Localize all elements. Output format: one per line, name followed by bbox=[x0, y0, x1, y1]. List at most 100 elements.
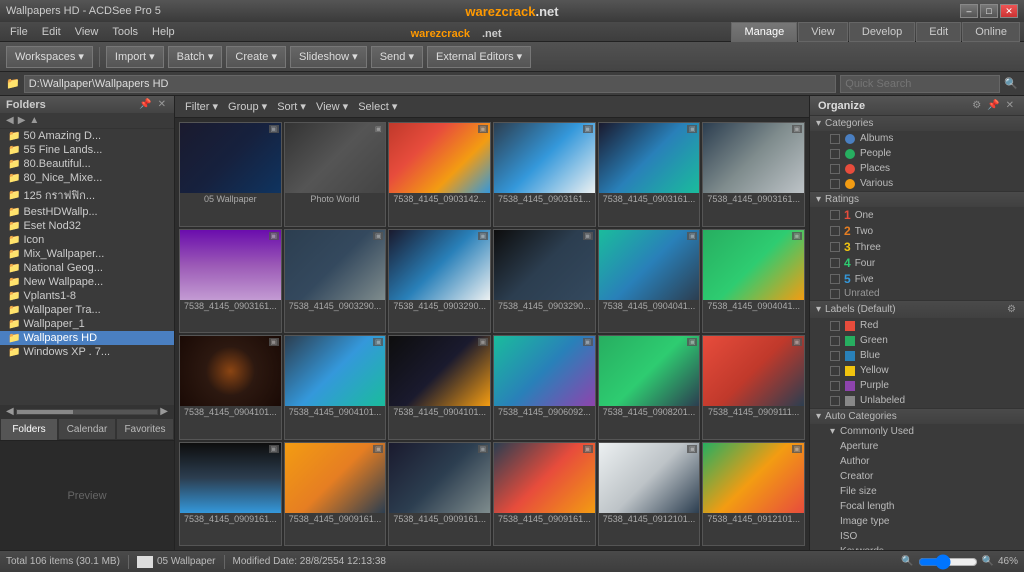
tab-online[interactable]: Online bbox=[962, 22, 1020, 42]
thumbnail-item[interactable]: ▣ 7538_4145_0912101... bbox=[598, 442, 701, 547]
rating-4[interactable]: 4 Four bbox=[810, 255, 1024, 271]
rating-2[interactable]: 2 Two bbox=[810, 223, 1024, 239]
thumbnail-item[interactable]: ▣ 7538_4145_0904101... bbox=[284, 335, 387, 440]
rating-3[interactable]: 3 Three bbox=[810, 239, 1024, 255]
folder-item[interactable]: 📁80_Nice_Mixe... bbox=[0, 171, 174, 185]
label-yellow[interactable]: Yellow bbox=[810, 363, 1024, 378]
auto-cat-filesize[interactable]: File size bbox=[810, 484, 1024, 499]
rating-1[interactable]: 1 One bbox=[810, 207, 1024, 223]
sort-button[interactable]: Sort ▾ bbox=[273, 99, 310, 114]
zoom-slider-input[interactable] bbox=[918, 556, 978, 568]
folder-item-selected[interactable]: 📁Wallpapers HD bbox=[0, 331, 174, 345]
view-button[interactable]: View ▾ bbox=[312, 99, 352, 114]
auto-cat-focal-length[interactable]: Focal length bbox=[810, 499, 1024, 514]
address-input[interactable] bbox=[24, 75, 837, 93]
thumbnail-item[interactable]: ▣ 7538_4145_0909161... bbox=[388, 442, 491, 547]
label-purple[interactable]: Purple bbox=[810, 378, 1024, 393]
auto-cat-image-type[interactable]: Image type bbox=[810, 514, 1024, 529]
send-button[interactable]: Send ▾ bbox=[371, 46, 423, 68]
thumbnail-item[interactable]: ▣ 7538_4145_0904041... bbox=[702, 229, 805, 334]
menu-help[interactable]: Help bbox=[146, 25, 181, 39]
folder-item[interactable]: 📁55 Fine Lands... bbox=[0, 143, 174, 157]
nav-up-button[interactable]: ▲ bbox=[27, 115, 41, 126]
label-green[interactable]: Green bbox=[810, 333, 1024, 348]
thumbnail-item[interactable]: ▣ 7538_4145_0903161... bbox=[493, 122, 596, 227]
thumbnail-item[interactable]: ▣ 7538_4145_0903142... bbox=[388, 122, 491, 227]
thumbnail-item[interactable]: ▣ 7538_4145_0904101... bbox=[388, 335, 491, 440]
create-button[interactable]: Create ▾ bbox=[226, 46, 286, 68]
auto-cat-author[interactable]: Author bbox=[810, 454, 1024, 469]
auto-cat-aperture[interactable]: Aperture bbox=[810, 439, 1024, 454]
thumbnail-item[interactable]: ▣ 7538_4145_0909111... bbox=[702, 335, 805, 440]
label-blue[interactable]: Blue bbox=[810, 348, 1024, 363]
category-people[interactable]: People bbox=[810, 146, 1024, 161]
thumbnail-item[interactable]: ▣ 7538_4145_0904041... bbox=[598, 229, 701, 334]
auto-cat-commonly-used[interactable]: ▾Commonly Used bbox=[810, 424, 1024, 439]
folder-item[interactable]: 📁Mix_Wallpaper... bbox=[0, 247, 174, 261]
panel-pin-button[interactable]: 📌 bbox=[137, 98, 153, 111]
menu-edit[interactable]: Edit bbox=[36, 25, 67, 39]
menu-file[interactable]: File bbox=[4, 25, 34, 39]
close-button[interactable]: ✕ bbox=[1000, 4, 1018, 18]
category-various[interactable]: Various bbox=[810, 176, 1024, 191]
import-button[interactable]: Import ▾ bbox=[106, 46, 164, 68]
workspaces-button[interactable]: Workspaces ▾ bbox=[6, 46, 93, 68]
auto-categories-header[interactable]: ▾ Auto Categories bbox=[810, 408, 1024, 424]
thumbnail-item[interactable]: ▣ 7538_4145_0909161... bbox=[493, 442, 596, 547]
maximize-button[interactable]: □ bbox=[980, 4, 998, 18]
group-button[interactable]: Group ▾ bbox=[224, 99, 271, 114]
folder-item[interactable]: 📁125 กราฟฟิก... bbox=[0, 185, 174, 205]
minimize-button[interactable]: – bbox=[960, 4, 978, 18]
nav-back-button[interactable]: ◀ bbox=[4, 115, 16, 126]
thumbnail-item[interactable]: ▣ 7538_4145_0909161... bbox=[284, 442, 387, 547]
menu-view[interactable]: View bbox=[69, 25, 105, 39]
auto-cat-iso[interactable]: ISO bbox=[810, 529, 1024, 544]
batch-button[interactable]: Batch ▾ bbox=[168, 46, 223, 68]
thumbnail-item[interactable]: ▣ 7538_4145_0903290... bbox=[388, 229, 491, 334]
rating-5[interactable]: 5 Five bbox=[810, 271, 1024, 287]
scroll-thumb[interactable] bbox=[17, 410, 73, 414]
nav-forward-button[interactable]: ▶ bbox=[16, 115, 28, 126]
organize-pin-button[interactable]: 📌 bbox=[985, 99, 1001, 112]
thumbnail-item[interactable]: ▣ 05 Wallpaper bbox=[179, 122, 282, 227]
thumbnail-item[interactable]: ▣ 7538_4145_0903290... bbox=[493, 229, 596, 334]
categories-header[interactable]: ▾ Categories bbox=[810, 115, 1024, 131]
tab-develop[interactable]: Develop bbox=[849, 22, 915, 42]
tab-folders[interactable]: Folders bbox=[0, 418, 58, 440]
tab-favorites[interactable]: Favorites bbox=[116, 418, 174, 440]
folder-item[interactable]: 📁Vplants1-8 bbox=[0, 289, 174, 303]
category-places[interactable]: Places bbox=[810, 161, 1024, 176]
category-albums[interactable]: Albums bbox=[810, 131, 1024, 146]
panel-close-button[interactable]: ✕ bbox=[156, 98, 168, 111]
thumbnail-item[interactable]: ▣ 7538_4145_0912101... bbox=[702, 442, 805, 547]
scroll-track[interactable] bbox=[16, 409, 159, 415]
tab-manage[interactable]: Manage bbox=[731, 22, 797, 42]
auto-cat-keywords[interactable]: Keywords bbox=[810, 544, 1024, 550]
organize-close-button[interactable]: ✕ bbox=[1004, 99, 1016, 112]
select-button[interactable]: Select ▾ bbox=[354, 99, 401, 114]
label-unlabeled[interactable]: Unlabeled bbox=[810, 393, 1024, 408]
tab-edit[interactable]: Edit bbox=[916, 22, 961, 42]
scroll-left-button[interactable]: ◀ bbox=[4, 406, 16, 417]
labels-header[interactable]: ▾ Labels (Default) ⚙ bbox=[810, 300, 1024, 318]
thumbnail-item[interactable]: ▣ 7538_4145_0908201... bbox=[598, 335, 701, 440]
external-editors-button[interactable]: External Editors ▾ bbox=[427, 46, 531, 68]
menu-tools[interactable]: Tools bbox=[106, 25, 144, 39]
folder-item[interactable]: 📁Windows XP . 7... bbox=[0, 345, 174, 359]
folder-item[interactable]: 📁National Geog... bbox=[0, 261, 174, 275]
thumbnail-item[interactable]: ▣ 7538_4145_0903161... bbox=[598, 122, 701, 227]
folder-item[interactable]: 📁80.Beautiful... bbox=[0, 157, 174, 171]
folder-item[interactable]: 📁Eset Nod32 bbox=[0, 219, 174, 233]
auto-cat-creator[interactable]: Creator bbox=[810, 469, 1024, 484]
thumbnail-item[interactable]: ▣ 7538_4145_0903161... bbox=[702, 122, 805, 227]
tab-view[interactable]: View bbox=[798, 22, 848, 42]
organize-settings-button[interactable]: ⚙ bbox=[970, 99, 983, 112]
search-input[interactable] bbox=[840, 75, 1000, 93]
folder-item[interactable]: 📁New Wallpape... bbox=[0, 275, 174, 289]
tab-calendar[interactable]: Calendar bbox=[58, 418, 116, 440]
ratings-header[interactable]: ▾ Ratings bbox=[810, 191, 1024, 207]
thumbnail-item[interactable]: ▣ 7538_4145_0903161... bbox=[179, 229, 282, 334]
thumbnail-item[interactable]: ▣ Photo World bbox=[284, 122, 387, 227]
folder-item[interactable]: 📁BestHDWallp... bbox=[0, 205, 174, 219]
thumbnail-item[interactable]: ▣ 7538_4145_0906092... bbox=[493, 335, 596, 440]
